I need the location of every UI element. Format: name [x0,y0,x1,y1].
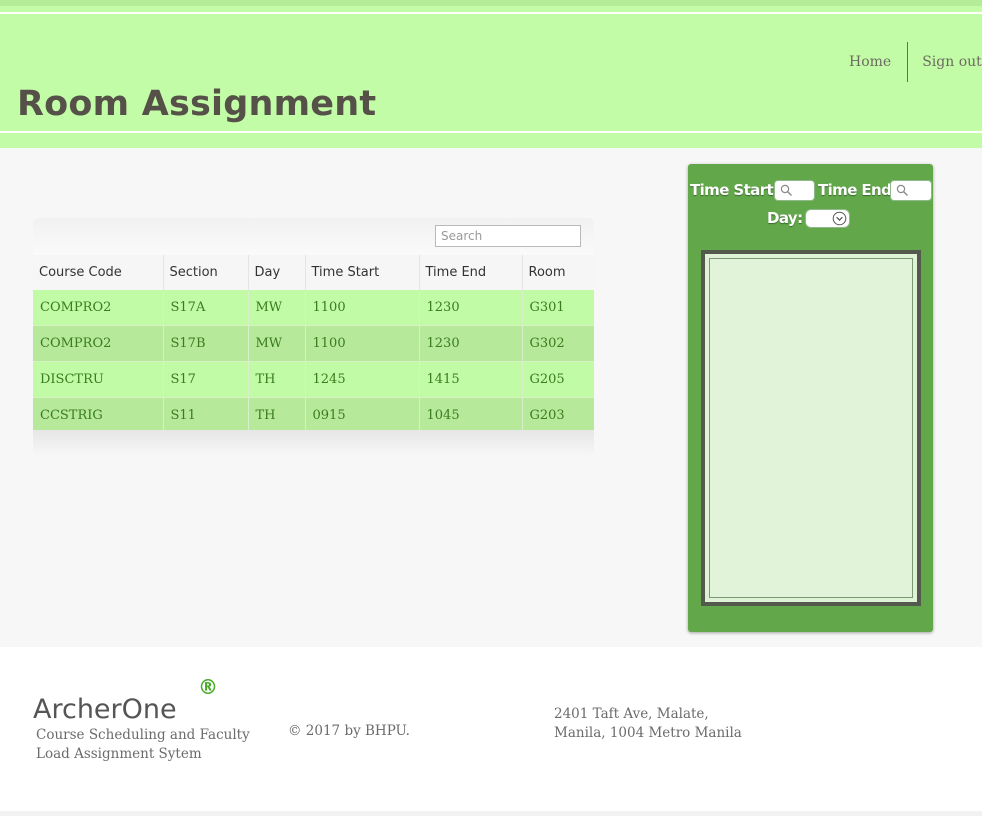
table-footer [33,430,594,456]
cell-room: G205 [521,361,594,398]
column-header-time-end[interactable]: Time End [418,255,522,290]
cell-course-code: CCSTRIG [33,397,163,434]
time-end-input[interactable] [890,180,932,201]
table-row[interactable]: COMPRO2 S17A MW 1100 1230 G301 [33,290,594,326]
table-search-input[interactable] [435,225,581,247]
header-divider-bottom [0,131,982,133]
bottom-strip [0,811,982,816]
cell-time-end: 1415 [418,361,522,398]
cell-room: G301 [521,290,594,326]
address: 2401 Taft Ave, Malate, Manila, 1004 Metr… [554,705,742,743]
room-filter-panel: Time Start: Time End: Day: [688,164,933,632]
table-toolbar [33,218,594,255]
cell-room: G203 [521,397,594,434]
cell-time-start: 1100 [304,325,419,362]
column-header-room[interactable]: Room [521,255,594,290]
header: Home Sign out Room Assignment [0,0,982,148]
header-divider-top [0,12,982,14]
day-label: Day: [767,209,803,227]
cell-course-code: COMPRO2 [33,290,163,326]
chevron-down-circle-icon [832,211,847,226]
table-header-row: Course Code Section Day Time Start Time … [33,255,594,290]
cell-time-end: 1045 [418,397,522,434]
cell-room: G302 [521,325,594,362]
address-line-1: 2401 Taft Ave, Malate, [554,706,709,722]
address-line-2: Manila, 1004 Metro Manila [554,725,742,741]
cell-section: S17B [162,325,248,362]
time-start-input[interactable] [774,180,815,201]
search-icon [896,184,908,196]
table-row[interactable]: CCSTRIG S11 TH 0915 1045 G203 [33,397,594,434]
time-end-label: Time End: [818,181,897,199]
cell-time-end: 1230 [418,325,522,362]
cell-course-code: COMPRO2 [33,325,163,362]
brand-tagline: Course Scheduling and Faculty Load Assig… [36,727,250,762]
cell-section: S11 [162,397,248,434]
header-top-strip [0,0,982,6]
cell-day: TH [247,397,305,434]
search-icon [780,184,792,196]
cell-time-start: 1100 [304,290,419,326]
cell-time-start: 1245 [304,361,419,398]
column-header-day[interactable]: Day [247,255,305,290]
top-nav: Home Sign out [830,42,982,82]
copyright-text: © 2017 by BHPU. [288,723,410,739]
cell-section: S17A [162,290,248,326]
column-header-course-code[interactable]: Course Code [33,255,163,290]
cell-course-code: DISCTRU [33,361,163,398]
column-header-section[interactable]: Section [162,255,248,290]
time-start-label: Time Start: [690,181,779,199]
cell-day: MW [247,290,305,326]
room-list-area [709,258,913,598]
column-header-time-start[interactable]: Time Start [304,255,419,290]
table-row[interactable]: DISCTRU S17 TH 1245 1415 G205 [33,361,594,398]
footer: ArcherOne ® Course Scheduling and Facult… [0,647,982,811]
cell-section: S17 [162,361,248,398]
room-assignment-table-card: Course Code Section Day Time Start Time … [33,218,594,456]
nav-home-link[interactable]: Home [830,54,907,70]
room-assignment-table: Course Code Section Day Time Start Time … [33,255,594,434]
cell-time-start: 0915 [304,397,419,434]
table-row[interactable]: COMPRO2 S17B MW 1100 1230 G302 [33,325,594,362]
cell-day: TH [247,361,305,398]
cell-day: MW [247,325,305,362]
brand-name: ArcherOne [33,694,177,725]
registered-mark: ® [198,675,218,699]
nav-signout-link[interactable]: Sign out [908,54,982,70]
page-title: Room Assignment [17,84,377,124]
room-list-box[interactable] [701,250,921,606]
day-select[interactable] [805,209,850,228]
cell-time-end: 1230 [418,290,522,326]
